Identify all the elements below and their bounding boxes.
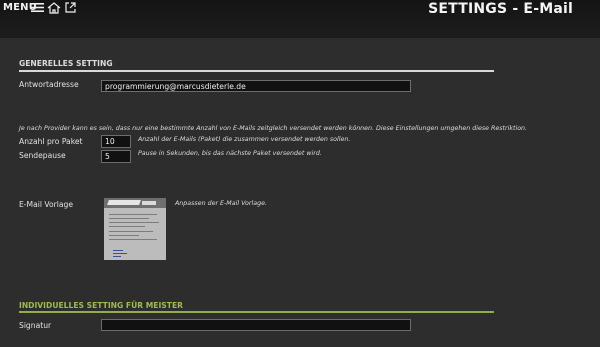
section-heading-individual: INDIVIDUELLES SETTING FÜR MEISTER	[19, 301, 183, 310]
email-template-label: E-Mail Vorlage	[19, 200, 74, 209]
send-pause-label: Sendepause	[19, 151, 66, 160]
reply-address-input[interactable]	[101, 80, 411, 92]
hamburger-icon[interactable]	[31, 2, 44, 13]
section-divider-individual	[19, 311, 494, 313]
top-bar: MENU SETTINGS - E-Mail	[0, 0, 600, 38]
reply-address-label: Antwortadresse	[19, 80, 79, 89]
page-title: SETTINGS - E-Mail	[428, 1, 573, 17]
signature-label: Signatur	[19, 321, 52, 330]
section-heading-general: GENERELLES SETTING	[19, 59, 113, 68]
send-pause-input[interactable]	[101, 150, 131, 163]
provider-note: Je nach Provider kann es sein, dass nur …	[19, 125, 528, 132]
signature-input[interactable]	[101, 319, 411, 331]
section-divider-general	[19, 70, 494, 72]
email-template-thumbnail[interactable]	[104, 198, 166, 260]
external-link-icon[interactable]	[65, 2, 76, 13]
count-per-package-label: Anzahl pro Paket	[19, 137, 83, 146]
count-per-package-input[interactable]	[101, 135, 131, 148]
send-pause-hint: Pause in Sekunden, bis das nächste Paket…	[138, 150, 322, 157]
home-icon[interactable]	[47, 2, 61, 14]
count-per-package-hint: Anzahl der E-Mails (Paket) die zusammen …	[138, 136, 351, 143]
email-template-hint: Anpassen der E-Mail Vorlage.	[175, 200, 267, 207]
